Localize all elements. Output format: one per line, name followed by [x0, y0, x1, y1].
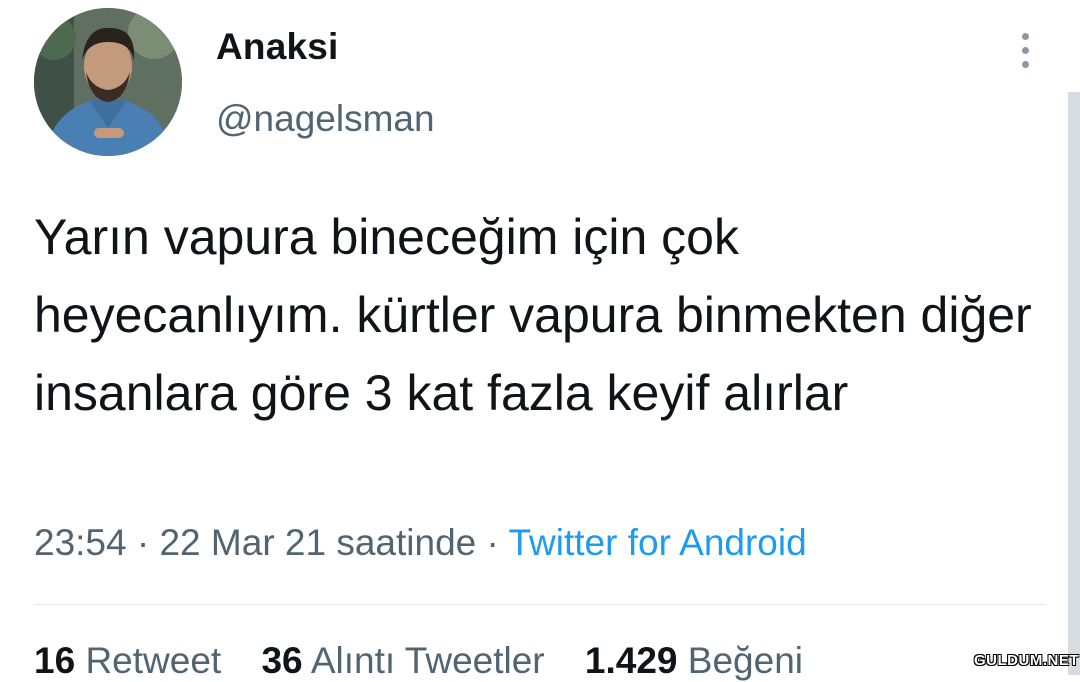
tweet-stats: 16 Retweet 36 Alıntı Tweetler 1.429 Beğe… [34, 640, 833, 682]
divider [34, 604, 1046, 605]
meta-separator: · [486, 522, 499, 563]
more-vertical-icon[interactable] [1006, 30, 1044, 70]
more-dot [1021, 60, 1029, 68]
tweet-text: Yarın vapura bineceğim için çok heyecanl… [34, 209, 1032, 421]
avatar-image [34, 8, 182, 156]
meta-separator: · [136, 522, 150, 563]
more-dot [1021, 46, 1029, 54]
display-name[interactable]: Anaksi [216, 26, 339, 68]
tweet-source-link[interactable]: Twitter for Android [508, 522, 806, 563]
tweet-date[interactable]: 22 Mar 21 saatinde [159, 522, 476, 563]
username[interactable]: @nagelsman [216, 98, 435, 140]
scrollbar[interactable] [1068, 92, 1080, 675]
watermark: GULDUM.NET [974, 652, 1079, 669]
avatar[interactable] [34, 8, 182, 156]
more-dot [1021, 32, 1029, 40]
tweet-time[interactable]: 23:54 [34, 522, 127, 563]
tweet-meta: 23:54 · 22 Mar 21 saatinde · Twitter for… [34, 522, 807, 564]
